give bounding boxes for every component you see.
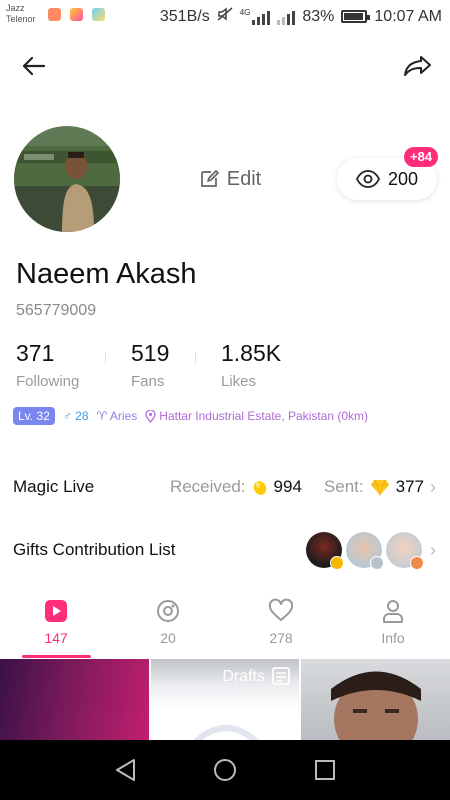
tab-videos[interactable]: 147 <box>16 598 96 646</box>
share-button[interactable] <box>402 50 434 82</box>
gifts-contribution-row[interactable]: Gifts Contribution List › <box>0 530 450 570</box>
battery-icon <box>341 10 371 23</box>
contributor-avatar[interactable] <box>346 532 384 570</box>
notification-icons <box>48 8 105 21</box>
sent-label: Sent: <box>323 477 364 496</box>
android-nav-bar <box>0 740 450 800</box>
status-bar: Jazz Telenor 351B/s 4G 83% 10:07 AM <box>0 0 450 32</box>
mute-icon <box>217 6 233 27</box>
likes-label: Likes <box>221 373 257 390</box>
carrier-2: Telenor <box>6 14 36 24</box>
views-count: 200 <box>387 168 419 189</box>
tab-info[interactable]: Info <box>353 598 433 646</box>
arrow-left-icon <box>22 56 46 76</box>
video-grid: Drafts <box>0 659 450 741</box>
fans-label: Fans <box>131 373 165 390</box>
sent-value: 377 <box>395 477 424 496</box>
placeholder-shape <box>194 725 258 741</box>
nav-recents-button[interactable] <box>311 756 339 784</box>
new-views-badge: +84 <box>404 147 439 167</box>
network-speed: 351B/s <box>159 7 210 25</box>
divider <box>105 352 106 364</box>
tab-live[interactable]: 20 <box>128 598 208 646</box>
status-right: 351B/s 4G 83% 10:07 AM <box>160 6 442 27</box>
edit-label: Edit <box>226 167 262 190</box>
active-tab-indicator <box>22 655 91 658</box>
heart-icon <box>268 598 294 621</box>
location: Hattar Industrial Estate, Pakistan (0km) <box>145 409 368 423</box>
signal-icon <box>277 9 296 25</box>
contributor-avatar[interactable] <box>386 532 424 570</box>
tab-live-count: 20 <box>160 630 176 646</box>
person-icon <box>383 600 403 623</box>
profile-tabs: 147 20 278 Info <box>0 598 450 658</box>
profile-name: Naeem Akash <box>16 258 197 290</box>
contributor-avatar[interactable] <box>306 532 344 570</box>
drafts-label: Drafts <box>222 668 265 685</box>
stat-following[interactable]: 371 Following <box>16 340 79 390</box>
diamond-icon <box>370 479 389 496</box>
likes-count: 1.85K <box>221 340 282 366</box>
eye-icon <box>355 170 380 188</box>
magic-live-title: Magic Live <box>13 477 95 496</box>
clock: 10:07 AM <box>374 7 442 25</box>
share-icon <box>404 56 431 76</box>
profile-avatar[interactable] <box>14 126 120 232</box>
nav-home-button[interactable] <box>211 756 239 784</box>
video-thumbnail[interactable] <box>301 659 450 741</box>
carrier-names: Jazz Telenor <box>6 3 36 25</box>
battery-percent: 83% <box>302 7 335 25</box>
profile-id: 565779009 <box>16 302 97 319</box>
received-label: Received: <box>169 477 246 496</box>
location-pin-icon <box>145 409 156 423</box>
bean-icon <box>253 481 266 495</box>
battery-fill <box>344 13 363 20</box>
edit-profile-button[interactable]: Edit <box>150 160 310 198</box>
drafts-thumbnail[interactable]: Drafts <box>151 659 299 741</box>
carrier-1: Jazz <box>6 3 25 13</box>
thumbnail-face <box>331 671 421 741</box>
chevron-right-icon: › <box>430 476 436 497</box>
tab-videos-count: 147 <box>44 630 68 646</box>
signal-4g-icon: 4G <box>240 8 271 25</box>
level-badge: Lv. 32 <box>13 407 55 425</box>
video-icon <box>45 600 67 622</box>
tab-likes-count: 278 <box>269 630 293 646</box>
drafts-icon <box>272 667 290 685</box>
fans-count: 519 <box>131 340 170 366</box>
profile-badges: Lv. 32 ♂ 28 ♈ Aries Hattar Industrial Es… <box>13 406 368 426</box>
edit-icon <box>200 170 219 187</box>
following-count: 371 <box>16 340 55 366</box>
top-contributors: › <box>306 532 436 570</box>
tab-info-label: Info <box>381 630 405 646</box>
video-thumbnail[interactable] <box>0 659 149 741</box>
bronze-medal-icon <box>410 556 424 570</box>
received-value: 994 <box>273 477 302 496</box>
gifts-title: Gifts Contribution List <box>13 540 176 559</box>
magic-live-stats: Received: 994 Sent: 377 › <box>170 477 436 498</box>
zodiac-sign: ♈ Aries <box>96 409 138 423</box>
gold-medal-icon <box>330 556 344 570</box>
nav-back-button[interactable] <box>112 756 140 784</box>
tab-likes[interactable]: 278 <box>241 598 321 646</box>
following-label: Following <box>16 373 80 390</box>
app-notification-icon <box>92 8 105 21</box>
back-button[interactable] <box>18 50 50 82</box>
chevron-right-icon: › <box>430 539 436 560</box>
app-notification-icon <box>70 8 83 21</box>
live-icon <box>157 600 179 622</box>
stat-likes[interactable]: 1.85K Likes <box>221 340 281 390</box>
app-notification-icon <box>48 8 61 21</box>
stat-fans[interactable]: 519 Fans <box>131 340 169 390</box>
gender-age: ♂ 28 <box>62 409 89 423</box>
divider <box>195 352 196 364</box>
magic-live-row[interactable]: Magic Live Received: 994 Sent: 377 › <box>0 467 450 507</box>
location-text: Hattar Industrial Estate, Pakistan (0km) <box>159 409 369 423</box>
silver-medal-icon <box>370 556 384 570</box>
